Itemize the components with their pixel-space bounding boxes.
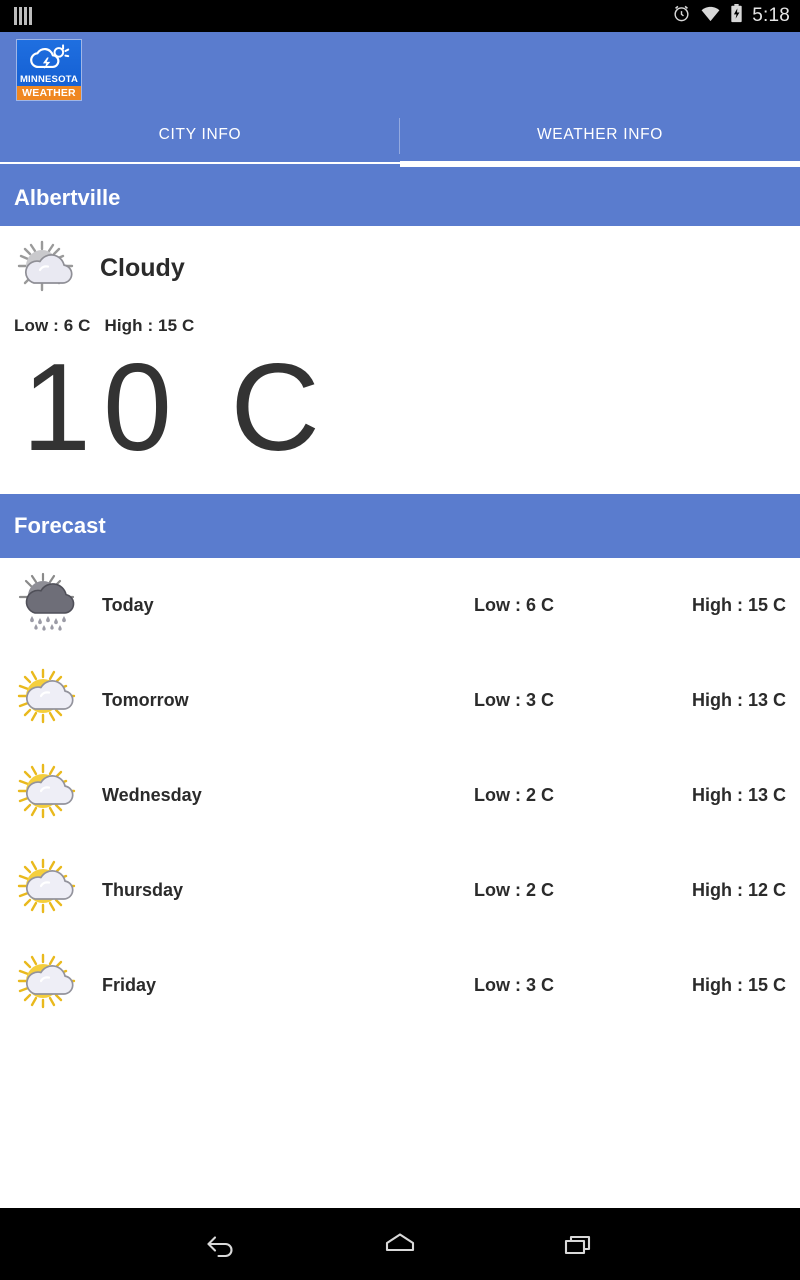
tab-weather-info[interactable]: WEATHER INFO xyxy=(400,108,800,170)
app-root: 5:18 MINNESOTA WEATHER CITY INFO WEATHER… xyxy=(0,0,800,1280)
sun-cloud-icon xyxy=(16,953,84,1018)
logo-line-minnesota: MINNESOTA xyxy=(19,74,79,85)
forecast-high: High : 13 C xyxy=(691,785,786,805)
forecast-day: Friday xyxy=(102,975,157,995)
app-logo[interactable]: MINNESOTA WEATHER xyxy=(16,39,82,101)
tab-weather-info-label: WEATHER INFO xyxy=(536,126,664,143)
sun-cloud-icon xyxy=(16,668,84,733)
table-row[interactable]: Friday Low : 3 C High : 15 C xyxy=(0,938,800,1033)
tab-city-info-label: CITY INFO xyxy=(158,126,242,143)
current-high: High : 15 C xyxy=(104,316,195,335)
current-condition-text: Cloudy xyxy=(100,253,185,282)
tab-city-info[interactable]: CITY INFO xyxy=(0,108,400,170)
home-icon[interactable] xyxy=(370,1222,430,1266)
current-temperature: 10 C xyxy=(22,339,332,477)
forecast-low: Low : 6 C xyxy=(474,595,554,615)
forecast-section-header: Forecast xyxy=(0,494,800,558)
cloud-sun-lightning-icon xyxy=(17,40,81,74)
battery-charging-icon xyxy=(730,4,743,28)
alarm-icon xyxy=(672,4,691,28)
forecast-high: High : 15 C xyxy=(691,975,786,995)
system-nav-bar xyxy=(0,1208,800,1280)
current-condition-row: Cloudy xyxy=(0,238,800,298)
forecast-high: High : 15 C xyxy=(691,595,786,615)
table-row[interactable]: Today Low : 6 C High : 15 C xyxy=(0,558,800,653)
forecast-high: High : 13 C xyxy=(691,690,786,710)
current-low: Low : 6 C xyxy=(14,316,91,335)
forecast-list: Today Low : 6 C High : 15 C Tomorrow Low… xyxy=(0,558,800,1208)
back-icon[interactable] xyxy=(192,1222,252,1266)
status-bar-right: 5:18 xyxy=(672,4,790,28)
forecast-day: Tomorrow xyxy=(102,690,189,710)
forecast-high: High : 12 C xyxy=(691,880,786,900)
forecast-low: Low : 2 C xyxy=(474,785,554,805)
forecast-low: Low : 3 C xyxy=(474,975,554,995)
app-bar: MINNESOTA WEATHER xyxy=(0,32,800,108)
logo-line-weather: WEATHER xyxy=(17,86,81,100)
tab-bar: CITY INFO WEATHER INFO xyxy=(0,108,800,170)
tab-city-info-underline xyxy=(0,162,400,164)
signal-bars-icon xyxy=(14,7,32,25)
city-section-header: Albertville xyxy=(0,170,800,226)
status-bar: 5:18 xyxy=(0,0,800,32)
recents-icon[interactable] xyxy=(548,1222,608,1266)
status-bar-left xyxy=(14,7,32,25)
table-row[interactable]: Thursday Low : 2 C High : 12 C xyxy=(0,843,800,938)
status-bar-clock: 5:18 xyxy=(752,5,790,26)
table-row[interactable]: Tomorrow Low : 3 C High : 13 C xyxy=(0,653,800,748)
forecast-low: Low : 3 C xyxy=(474,690,554,710)
cloudy-sun-icon xyxy=(16,239,82,298)
wifi-icon xyxy=(700,5,721,27)
current-conditions: Cloudy Low : 6 C High : 15 C 10 C xyxy=(0,226,800,494)
sun-cloud-icon xyxy=(16,858,84,923)
forecast-title: Forecast xyxy=(14,513,106,538)
forecast-low: Low : 2 C xyxy=(474,880,554,900)
forecast-day: Today xyxy=(102,595,154,615)
forecast-day: Thursday xyxy=(102,880,184,900)
table-row[interactable]: Wednesday Low : 2 C High : 13 C xyxy=(0,748,800,843)
sun-cloud-icon xyxy=(16,763,84,828)
forecast-day: Wednesday xyxy=(102,785,202,805)
tab-weather-info-underline-active xyxy=(400,161,800,167)
city-name: Albertville xyxy=(14,185,121,210)
current-lowhigh: Low : 6 C High : 15 C xyxy=(0,316,800,336)
rain-cloud-icon xyxy=(16,572,84,639)
